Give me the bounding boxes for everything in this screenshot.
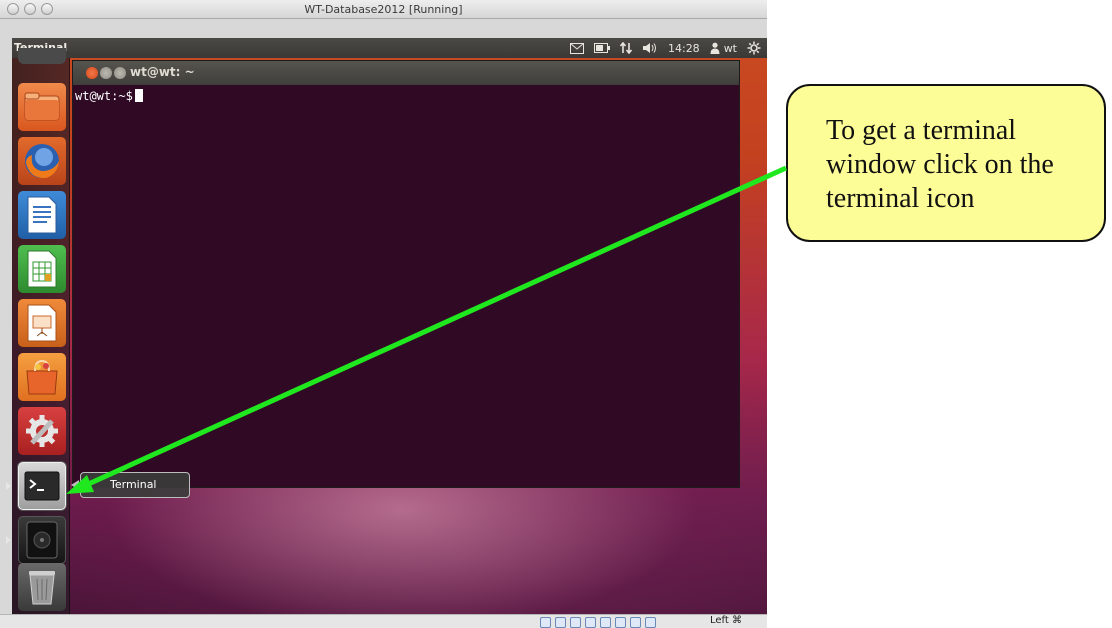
optical-drive-icon[interactable] xyxy=(555,616,566,628)
disc-drive-icon[interactable] xyxy=(18,516,66,564)
terminal-titlebar[interactable]: wt@wt: ~ xyxy=(73,61,739,85)
host-key-label: Left ⌘ xyxy=(710,615,742,626)
folder-icon[interactable] xyxy=(18,83,66,131)
shell-prompt: wt@wt:~$ xyxy=(75,89,143,103)
user-icon xyxy=(710,42,720,54)
clock-label[interactable]: 14:28 xyxy=(668,42,700,55)
launcher-top-partial-icon[interactable] xyxy=(18,48,66,64)
network-arrows-icon[interactable] xyxy=(619,42,632,54)
minimize-icon[interactable] xyxy=(100,67,112,79)
prompt-text: wt@wt:~$ xyxy=(75,89,133,103)
terminal-window[interactable]: wt@wt: ~ wt@wt:~$ xyxy=(72,60,740,488)
trash-icon[interactable] xyxy=(18,563,66,611)
battery-icon[interactable] xyxy=(593,43,610,53)
software-center-bag-icon[interactable] xyxy=(18,353,66,401)
volume-icon[interactable] xyxy=(642,42,658,54)
impress-presentation-icon[interactable] xyxy=(18,299,66,347)
indicator-tray: 14:28 wt xyxy=(569,40,761,56)
launcher-tooltip: Terminal xyxy=(80,472,190,498)
ubuntu-top-panel: Terminal 14:28 wt xyxy=(12,38,767,58)
virtualbox-statusbar: Left ⌘ xyxy=(0,614,767,628)
terminal-title: wt@wt: ~ xyxy=(130,65,195,79)
writer-document-icon[interactable] xyxy=(18,191,66,239)
tooltip-pointer xyxy=(71,480,79,490)
mouse-integration-icon[interactable] xyxy=(645,616,656,628)
usb-icon[interactable] xyxy=(570,616,581,628)
running-indicator xyxy=(6,536,11,544)
harddisk-icon[interactable] xyxy=(540,616,551,628)
calc-spreadsheet-icon[interactable] xyxy=(18,245,66,293)
unity-launcher xyxy=(6,48,70,614)
user-name: wt xyxy=(723,41,737,55)
maximize-icon[interactable] xyxy=(114,67,126,79)
firefox-icon[interactable] xyxy=(18,137,66,185)
terminal-body[interactable]: wt@wt:~$ xyxy=(73,85,739,487)
settings-wrench-icon[interactable] xyxy=(18,407,66,455)
user-menu[interactable]: wt xyxy=(710,42,737,55)
close-icon[interactable] xyxy=(86,67,98,79)
text-cursor xyxy=(134,89,143,102)
annotation-callout: To get a terminal window click on the te… xyxy=(786,84,1106,242)
host-titlebar: WT-Database2012 [Running] xyxy=(0,0,767,19)
terminal-icon[interactable] xyxy=(18,462,66,510)
mail-icon[interactable] xyxy=(569,42,584,54)
shared-folder-icon[interactable] xyxy=(600,616,611,628)
capture-icon[interactable] xyxy=(630,616,641,628)
tooltip-label: Terminal xyxy=(110,478,157,491)
host-window-title: WT-Database2012 [Running] xyxy=(304,3,463,16)
network-icon[interactable] xyxy=(585,616,596,628)
display-icon[interactable] xyxy=(615,616,626,628)
screenshot-stage: WT-Database2012 [Running] Left ⌘ Termina… xyxy=(0,0,1112,628)
status-icons xyxy=(540,616,656,628)
running-indicator xyxy=(6,482,11,490)
session-gear-icon[interactable] xyxy=(747,41,761,55)
callout-text: To get a terminal window click on the te… xyxy=(826,115,1054,214)
